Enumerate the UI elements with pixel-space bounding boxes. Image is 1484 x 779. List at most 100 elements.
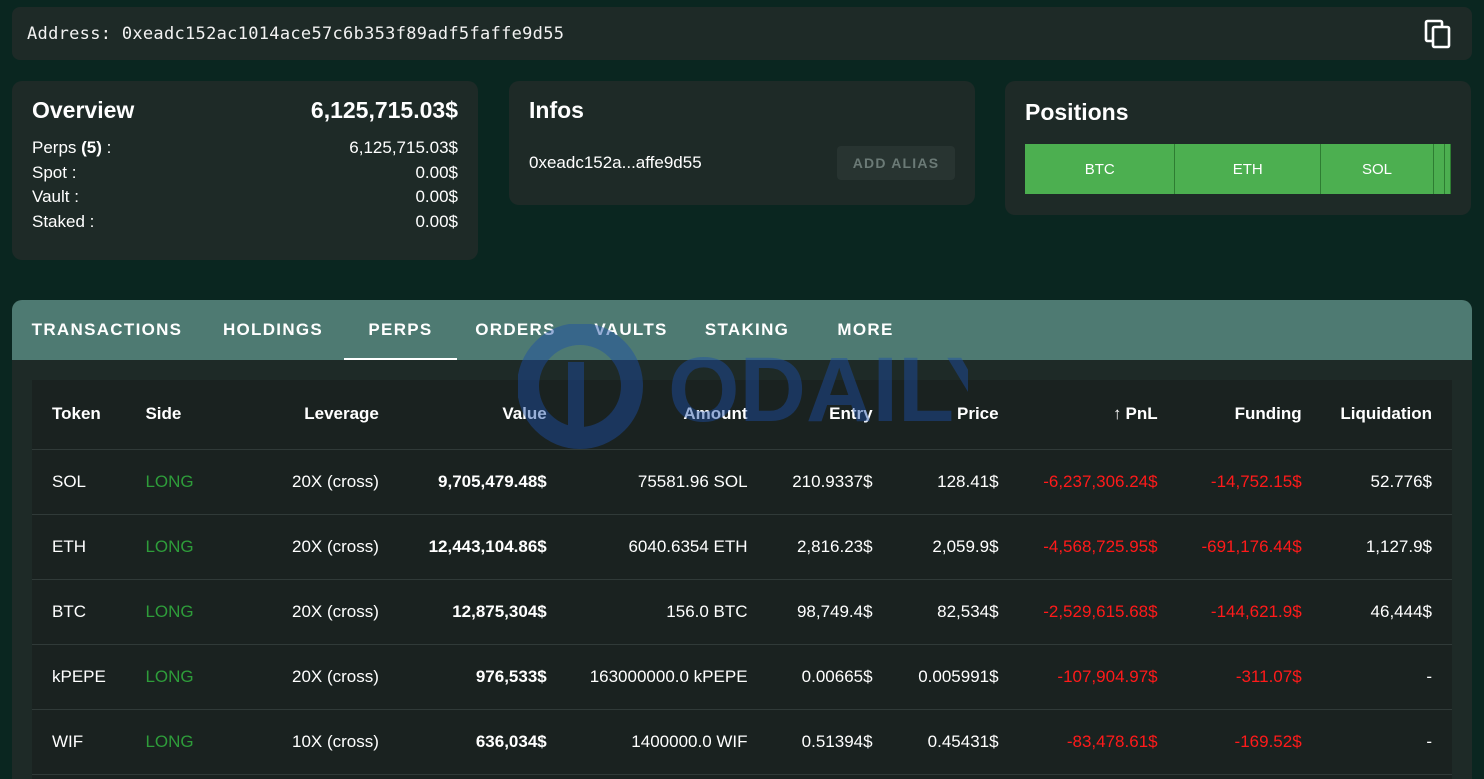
overview-total: 6,125,715.03$ <box>310 97 458 123</box>
infos-title: Infos <box>529 97 584 123</box>
tab-bar: TRANSACTIONS HOLDINGS PERPS ORDERS VAULTS STA… <box>12 300 1472 360</box>
overview-row-label: Spot : <box>32 161 76 186</box>
column-header-price[interactable]: Price <box>892 380 1019 450</box>
cell-pnl: -6,237,306.24$ <box>1018 449 1178 515</box>
cell-price: 2,059.9$ <box>892 514 1019 580</box>
overview-row: Perps (5) : 6,125,715.03$ <box>32 136 458 161</box>
cell-leverage: 20X (cross) <box>234 449 399 515</box>
add-alias-button[interactable]: ADD ALIAS <box>837 146 955 180</box>
cell-token: SOL <box>32 449 146 515</box>
cell-amount: 163000000.0 kPEPE <box>566 644 768 710</box>
cell-price: 0.45431$ <box>892 709 1019 775</box>
column-header-liquidation[interactable]: Liquidation <box>1321 380 1452 450</box>
cell-token: ETH <box>32 514 146 580</box>
table-row[interactable]: ETH LONG 20X (cross) 12,443,104.86$ 6040.635… <box>32 514 1452 580</box>
overview-row-value: 0.00$ <box>415 187 458 206</box>
column-header-leverage[interactable]: Leverage <box>234 380 399 450</box>
overview-row-label-text: Staked : <box>32 211 95 231</box>
overview-row-value: 6,125,715.03$ <box>349 138 458 157</box>
tab-transactions[interactable]: TRANSACTIONS <box>12 300 202 360</box>
cell-amount: 156.0 BTC <box>566 579 768 645</box>
cell-value: 9,705,479.48$ <box>398 449 567 515</box>
column-header-amount[interactable]: Amount <box>566 380 768 450</box>
perps-table-wrapper: Token Side Leverage Value Amount Entry Price ↑ P… <box>32 380 1452 779</box>
overview-row-label: Vault : <box>32 185 79 210</box>
tab-holdings[interactable]: HOLDINGS <box>202 300 344 360</box>
address-bar: Address: 0xeadc152ac1014ace57c6b353f89ad… <box>12 7 1472 60</box>
column-header-side[interactable]: Side <box>145 380 235 450</box>
column-header-pnl[interactable]: ↑ PnL <box>1018 380 1178 450</box>
position-bar-other[interactable] <box>1445 144 1451 194</box>
positions-card: Positions BTC ETH SOL <box>1005 81 1471 215</box>
table-header-row: Token Side Leverage Value Amount Entry Price ↑ P… <box>32 380 1452 450</box>
tab-perps[interactable]: PERPS <box>344 300 457 360</box>
cell-token: WIF <box>32 709 146 775</box>
cell-amount: 1400000.0 WIF <box>566 709 768 775</box>
cell-amount: 75581.96 SOL <box>566 449 768 515</box>
tab-orders[interactable]: ORDERS <box>457 300 574 360</box>
cell-value: 636,034$ <box>398 709 567 775</box>
cell-value: 12,875,304$ <box>398 579 567 645</box>
cell-token: kPEPE <box>32 644 146 710</box>
overview-card: Overview 6,125,715.03$ Perps (5) : 6,125,… <box>12 81 478 260</box>
cell-amount: 6040.6354 ETH <box>566 514 768 580</box>
cell-funding: -169.52$ <box>1177 709 1322 775</box>
cell-leverage: 20X (cross) <box>234 579 399 645</box>
cell-liquidation: 1,127.9$ <box>1321 514 1452 580</box>
cell-side: LONG <box>145 644 235 710</box>
cell-leverage: 20X (cross) <box>234 644 399 710</box>
cell-pnl: -83,478.61$ <box>1018 709 1178 775</box>
short-address: 0xeadc152a...affe9d55 <box>529 153 702 172</box>
overview-row-count: (5) <box>81 138 102 157</box>
column-header-entry[interactable]: Entry <box>767 380 893 450</box>
cell-pnl: -2,529,615.68$ <box>1018 579 1178 645</box>
cell-leverage: 10X (cross) <box>234 709 399 775</box>
cell-pnl: -4,568,725.95$ <box>1018 514 1178 580</box>
cell-funding: -144,621.9$ <box>1177 579 1322 645</box>
table-row[interactable]: SOL LONG 20X (cross) 9,705,479.48$ 75581.96 … <box>32 449 1452 515</box>
overview-row-label: Perps (5) : <box>32 136 111 161</box>
cell-entry: 0.51394$ <box>767 709 893 775</box>
cell-liquidation: 46,444$ <box>1321 579 1452 645</box>
column-header-token[interactable]: Token <box>32 380 146 450</box>
column-header-value[interactable]: Value <box>398 380 567 450</box>
cell-leverage: 20X (cross) <box>234 514 399 580</box>
position-bar-other[interactable] <box>1433 144 1446 194</box>
position-bar-sol[interactable]: SOL <box>1321 144 1434 194</box>
arrow-up-icon[interactable]: ↑ <box>1113 404 1122 424</box>
cell-price: 0.005991$ <box>892 644 1019 710</box>
cell-liquidation: - <box>1321 709 1452 775</box>
positions-bar-chart: BTC ETH SOL <box>1025 144 1451 194</box>
cell-liquidation: 52.776$ <box>1321 449 1452 515</box>
cell-funding: -691,176.44$ <box>1177 514 1322 580</box>
column-header-funding[interactable]: Funding <box>1177 380 1322 450</box>
cell-value: 12,443,104.86$ <box>398 514 567 580</box>
positions-title: Positions <box>1025 99 1129 125</box>
perps-table: Token Side Leverage Value Amount Entry Price ↑ P… <box>32 380 1452 775</box>
overview-row-value: 0.00$ <box>415 211 458 231</box>
position-bar-btc[interactable]: BTC <box>1025 144 1176 194</box>
position-bar-eth[interactable]: ETH <box>1175 144 1322 194</box>
table-row[interactable]: WIF LONG 10X (cross) 636,034$ 1400000.0 WIF 0… <box>32 709 1452 775</box>
table-row[interactable]: BTC LONG 20X (cross) 12,875,304$ 156.0 BTC 98… <box>32 579 1452 645</box>
cell-entry: 210.9337$ <box>767 449 893 515</box>
cell-liquidation: - <box>1321 644 1452 710</box>
table-row[interactable]: kPEPE LONG 20X (cross) 976,533$ 163000000.0 … <box>32 644 1452 710</box>
cell-value: 976,533$ <box>398 644 567 710</box>
infos-card: Infos 0xeadc152a...affe9d55 ADD ALIAS <box>509 81 975 205</box>
tab-staking[interactable]: STAKING <box>688 300 806 360</box>
tab-vaults[interactable]: VAULTS <box>574 300 688 360</box>
cell-pnl: -107,904.97$ <box>1018 644 1178 710</box>
table-body: SOL LONG 20X (cross) 9,705,479.48$ 75581.96 … <box>32 449 1452 775</box>
overview-row: Vault : 0.00$ <box>32 185 458 210</box>
overview-row-label-text: Perps <box>32 138 82 157</box>
cell-side: LONG <box>145 579 235 645</box>
cell-entry: 0.00665$ <box>767 644 893 710</box>
overview-row-value: 0.00$ <box>415 162 458 182</box>
copy-icon[interactable] <box>1424 19 1452 49</box>
tab-more[interactable]: MORE <box>806 300 925 360</box>
overview-row: Spot : 0.00$ <box>32 161 458 186</box>
overview-row-label-text: Spot : <box>32 162 77 182</box>
overview-row-label-text: Vault : <box>32 187 79 206</box>
cell-price: 128.41$ <box>892 449 1019 515</box>
